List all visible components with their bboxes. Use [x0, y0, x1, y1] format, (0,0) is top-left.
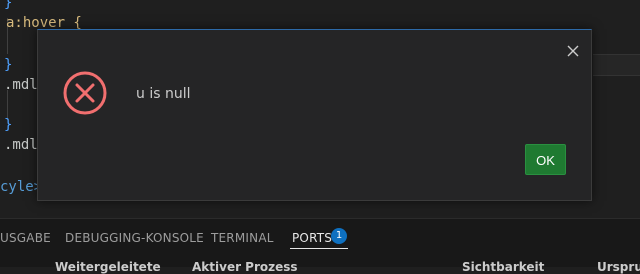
bottom-panel: USGABE DEBUGGING-KONSOLE TERMINAL PORTS … — [0, 218, 640, 274]
column-header[interactable]: Weitergeleitete — [55, 260, 161, 274]
dialog-message: u is null — [136, 86, 191, 102]
error-dialog: u is null OK — [37, 29, 592, 201]
close-button[interactable] — [564, 42, 582, 60]
code-line: .mdl — [4, 137, 38, 153]
code-line: } — [4, 57, 13, 73]
code-line: } — [4, 117, 13, 133]
active-tab-indicator — [290, 248, 348, 249]
column-header[interactable]: Aktiver Prozess — [192, 260, 298, 274]
ports-count-badge: 1 — [331, 228, 347, 244]
close-icon — [567, 45, 579, 57]
code-line: } — [4, 0, 13, 11]
minimap-highlight — [593, 54, 640, 76]
tab-ports[interactable]: PORTS — [292, 231, 332, 245]
code-line: cyle> — [0, 179, 43, 195]
tab-terminal[interactable]: TERMINAL — [211, 231, 274, 245]
column-header[interactable]: Sichtbarkeit — [462, 260, 544, 274]
code-line: .mdl — [4, 77, 38, 93]
ok-button[interactable]: OK — [525, 144, 566, 175]
tab-debug-console[interactable]: DEBUGGING-KONSOLE — [65, 231, 204, 245]
tab-output[interactable]: USGABE — [0, 231, 51, 245]
column-header[interactable]: Ursprung — [597, 260, 640, 274]
error-icon — [62, 70, 108, 116]
